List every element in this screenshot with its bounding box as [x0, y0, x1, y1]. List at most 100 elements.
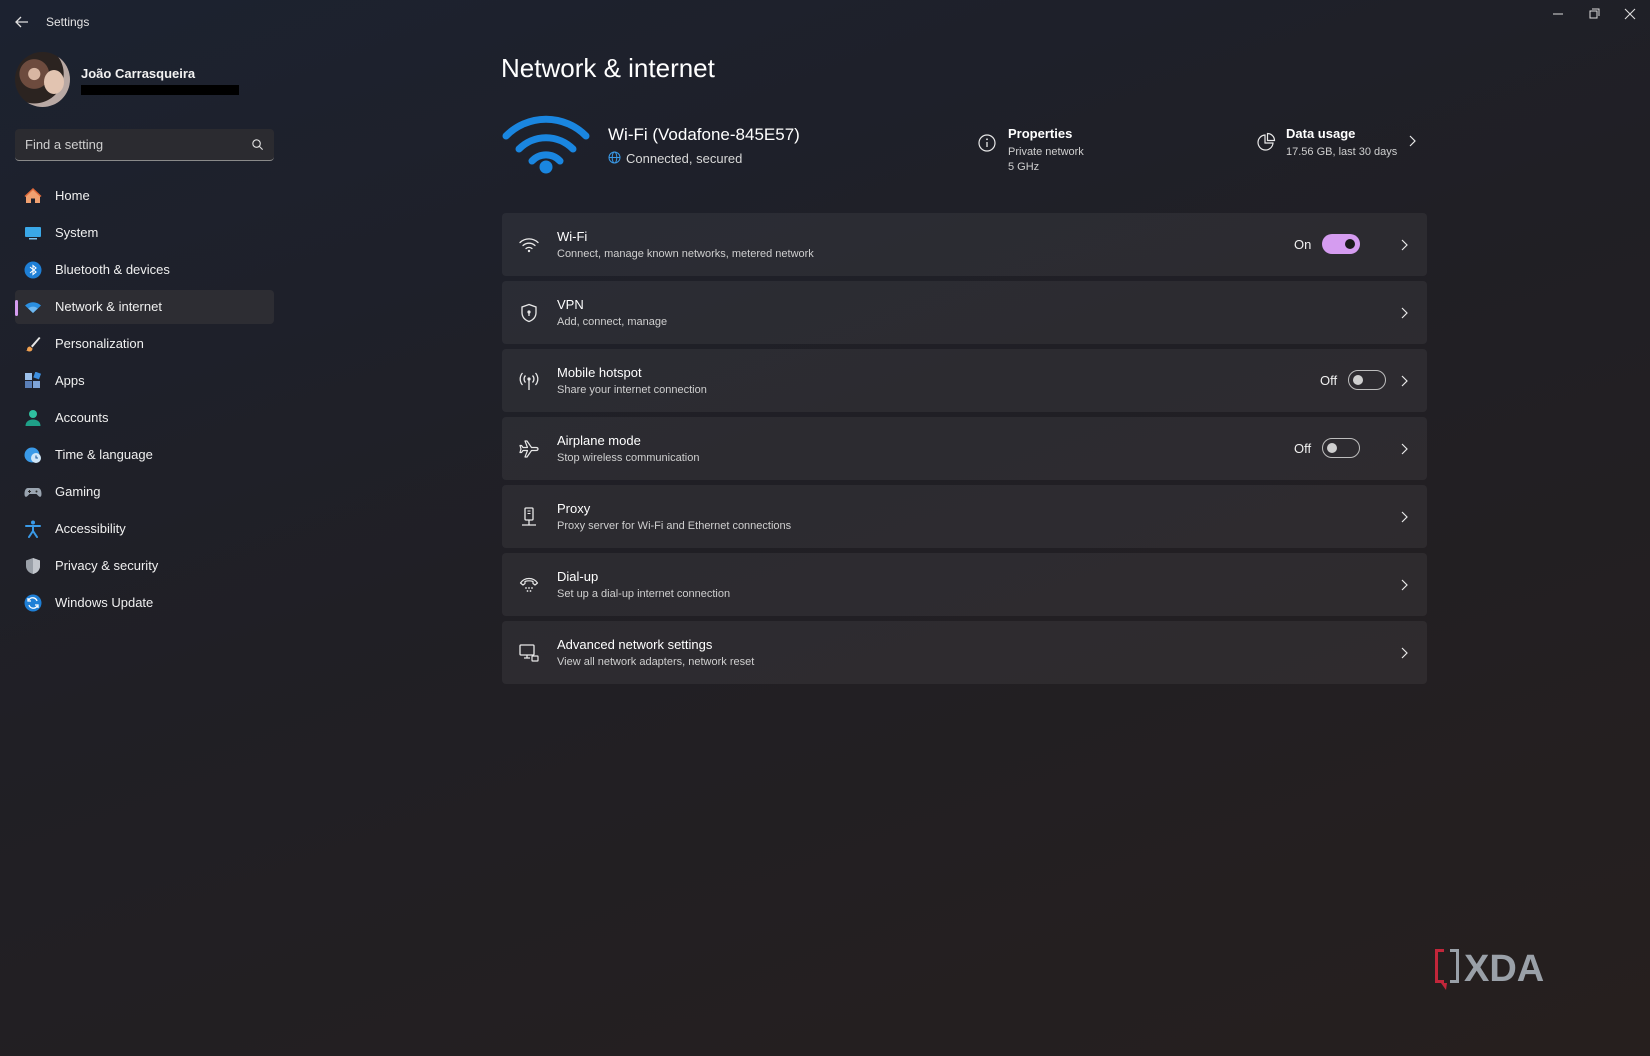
brush-icon	[25, 337, 41, 352]
card-subtitle: View all network adapters, network reset	[557, 656, 755, 668]
sidebar-item-bluetooth[interactable]: Bluetooth & devices	[15, 253, 274, 287]
properties-title: Properties	[1008, 126, 1073, 141]
sidebar-item-label: Gaming	[55, 484, 101, 499]
pie-chart-icon	[1257, 132, 1276, 151]
search-input[interactable]	[15, 129, 245, 160]
card-title: Wi-Fi	[557, 229, 588, 244]
globe-icon	[608, 151, 621, 164]
minimize-icon	[1553, 13, 1563, 15]
card-subtitle: Proxy server for Wi-Fi and Ethernet conn…	[557, 520, 792, 532]
home-icon	[24, 187, 42, 203]
xda-logo: XDA	[1435, 948, 1544, 990]
airplane-icon	[519, 440, 539, 458]
wifi-toggle[interactable]	[1322, 234, 1360, 254]
avatar	[15, 52, 70, 107]
title-bar: Settings	[0, 0, 1650, 44]
card-subtitle: Set up a dial-up internet connection	[557, 588, 731, 600]
sidebar-item-label: Bluetooth & devices	[55, 262, 170, 277]
sidebar-item-label: System	[55, 225, 99, 240]
data-usage-amount: 17.56 GB, last 30 days	[1286, 146, 1398, 158]
sidebar-item-label: Home	[55, 188, 90, 203]
monitor-icon	[25, 227, 41, 240]
sidebar-item-windows-update[interactable]: Windows Update	[15, 586, 274, 620]
card-title: Proxy	[557, 501, 591, 516]
card-title: Airplane mode	[557, 433, 641, 448]
update-icon	[24, 594, 42, 612]
card-subtitle: Add, connect, manage	[557, 316, 668, 328]
restore-icon	[1589, 8, 1600, 19]
chevron-right-icon	[1401, 375, 1408, 387]
card-subtitle: Share your internet connection	[557, 384, 707, 396]
sidebar-item-label: Time & language	[55, 447, 153, 462]
sidebar-item-label: Accessibility	[55, 521, 126, 536]
sidebar-item-accounts[interactable]: Accounts	[15, 401, 274, 435]
sidebar-item-time-language[interactable]: Time & language	[15, 438, 274, 472]
sidebar-item-label: Windows Update	[55, 595, 154, 610]
vpn-card[interactable]: VPN Add, connect, manage	[502, 281, 1427, 344]
sidebar-item-gaming[interactable]: Gaming	[15, 475, 274, 509]
advanced-network-settings-card[interactable]: Advanced network settings View all netwo…	[502, 621, 1427, 684]
card-title: Mobile hotspot	[557, 365, 642, 380]
settings-cards: Wi-Fi Connect, manage known networks, me…	[502, 213, 1427, 689]
user-profile[interactable]: João Carrasqueira	[15, 52, 275, 108]
gamepad-icon	[24, 488, 42, 497]
apps-icon	[25, 372, 42, 388]
profile-name: João Carrasqueira	[81, 66, 196, 81]
restore-button[interactable]	[1580, 4, 1608, 24]
minimize-button[interactable]	[1544, 4, 1572, 24]
search-box	[15, 129, 274, 161]
mobile-hotspot-card[interactable]: Mobile hotspot Share your internet conne…	[502, 349, 1427, 412]
chevron-right-icon	[1401, 443, 1408, 455]
sidebar-item-label: Accounts	[55, 410, 109, 425]
properties-band: 5 GHz	[1008, 161, 1040, 173]
back-button[interactable]	[12, 12, 32, 32]
sidebar-item-system[interactable]: System	[15, 216, 274, 250]
search-icon[interactable]	[251, 138, 264, 151]
dial-up-phone-icon	[519, 577, 539, 592]
proxy-server-icon	[522, 507, 536, 526]
wifi-toggle-label: On	[1294, 237, 1312, 252]
connection-name: Wi-Fi (Vodafone-845E57)	[608, 125, 800, 144]
close-icon	[1624, 8, 1636, 20]
network-adapter-icon	[519, 644, 539, 662]
airplane-toggle-label: Off	[1294, 441, 1312, 456]
card-title: Advanced network settings	[557, 637, 713, 652]
airplane-mode-card[interactable]: Airplane mode Stop wireless communicatio…	[502, 417, 1427, 480]
proxy-card[interactable]: Proxy Proxy server for Wi-Fi and Etherne…	[502, 485, 1427, 548]
airplane-toggle[interactable]	[1322, 438, 1360, 458]
wifi-icon	[25, 302, 41, 313]
sidebar-item-privacy-security[interactable]: Privacy & security	[15, 549, 274, 583]
close-button[interactable]	[1616, 4, 1644, 24]
sidebar-item-accessibility[interactable]: Accessibility	[15, 512, 274, 546]
sidebar-item-network[interactable]: Network & internet	[15, 290, 274, 324]
sidebar-item-personalization[interactable]: Personalization	[15, 327, 274, 361]
chevron-right-icon	[1409, 135, 1416, 147]
person-icon	[25, 410, 41, 426]
sidebar-item-apps[interactable]: Apps	[15, 364, 274, 398]
data-usage-link[interactable]: Data usage 17.56 GB, last 30 days	[1252, 120, 1422, 164]
connection-status: Connected, secured	[626, 151, 743, 166]
sidebar-nav: Home System Bluetooth & devices Network …	[15, 179, 274, 623]
hotspot-toggle[interactable]	[1348, 370, 1386, 390]
dial-up-card[interactable]: Dial-up Set up a dial-up internet connec…	[502, 553, 1427, 616]
sidebar-item-home[interactable]: Home	[15, 179, 274, 213]
info-icon	[978, 134, 996, 152]
wifi-large-icon	[502, 115, 590, 174]
bluetooth-icon	[24, 261, 42, 279]
hotspot-icon	[519, 372, 539, 390]
wifi-card[interactable]: Wi-Fi Connect, manage known networks, me…	[502, 213, 1427, 276]
xda-logo-text: XDA	[1464, 948, 1544, 990]
globe-clock-icon	[24, 447, 41, 463]
wifi-icon	[519, 238, 539, 253]
accessibility-icon	[25, 520, 41, 538]
properties-network-type: Private network	[1008, 146, 1084, 158]
chevron-right-icon	[1401, 647, 1408, 659]
shield-icon	[26, 558, 40, 574]
arrow-left-icon	[15, 16, 28, 28]
card-title: VPN	[557, 297, 584, 312]
card-subtitle: Connect, manage known networks, metered …	[557, 248, 814, 260]
sidebar-item-label: Personalization	[55, 336, 144, 351]
data-usage-title: Data usage	[1286, 126, 1356, 141]
card-title: Dial-up	[557, 569, 599, 584]
sidebar-item-label: Network & internet	[55, 299, 162, 314]
